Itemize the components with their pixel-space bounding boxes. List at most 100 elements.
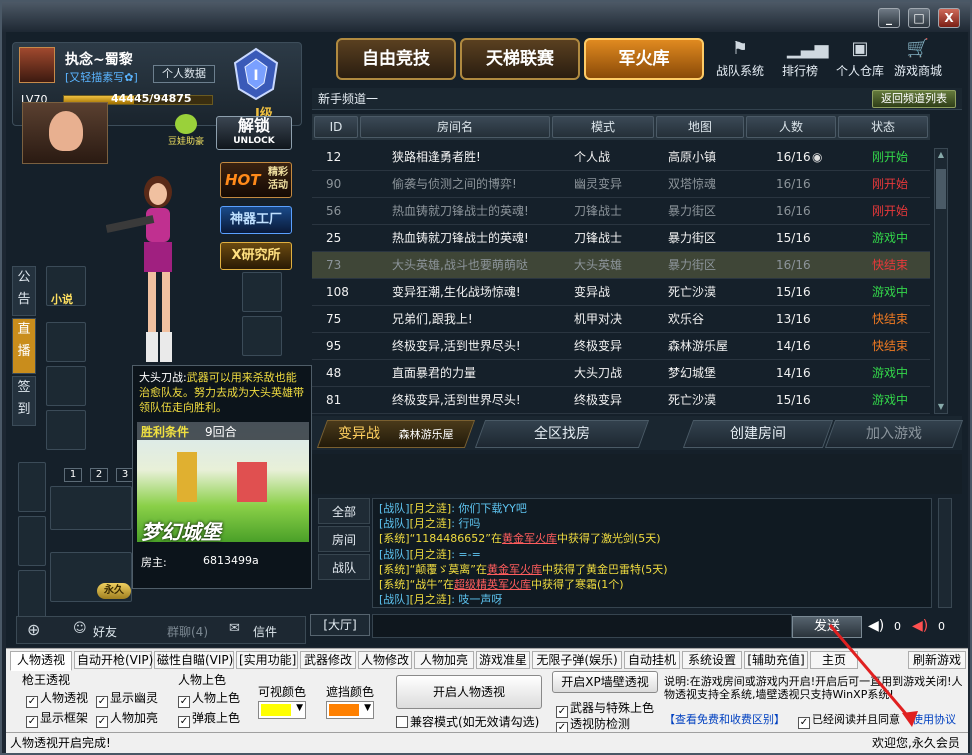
team-system-button[interactable]: ⚑ 战队系统: [712, 38, 768, 79]
friends-tab[interactable]: 好友: [93, 623, 117, 640]
find-room-button[interactable]: 全区找房: [474, 420, 650, 448]
side-tab-live[interactable]: 直播: [12, 318, 36, 374]
open-esp-button[interactable]: 开启人物透视: [396, 675, 542, 709]
chat-tab-room[interactable]: 房间: [318, 526, 370, 552]
melee-slot[interactable]: 永久: [50, 552, 132, 602]
chat-channel-select[interactable]: [大厅]: [310, 614, 370, 636]
weapon-slot-2[interactable]: [46, 410, 86, 450]
helper-tab[interactable]: [实用功能]: [236, 651, 298, 669]
helper-tab[interactable]: 人物修改: [358, 651, 412, 669]
scroll-down-icon[interactable]: ▼: [936, 402, 946, 412]
side-tab-notice[interactable]: 公告: [12, 266, 36, 316]
bear-slot[interactable]: [46, 322, 86, 362]
room-row[interactable]: 73 大头英雄,战斗也要萌萌哒 大头英雄 暴力街区 16/16 快结束: [312, 252, 930, 279]
tab-free-arena[interactable]: 自由竞技: [336, 38, 456, 80]
unlock-button[interactable]: 解锁 UNLOCK: [216, 116, 292, 150]
chk-player-esp[interactable]: ✓ 人物透视: [26, 689, 88, 708]
room-list-scrollbar[interactable]: ▲ ▼: [934, 148, 948, 414]
armory-link[interactable]: 超级精英军火库: [454, 578, 531, 591]
chat-prefix: [系统]: [379, 562, 410, 576]
helper-tab[interactable]: 武器修改: [300, 651, 356, 669]
ammo-slot-3[interactable]: [18, 570, 46, 620]
hidden-color-select[interactable]: ▼: [326, 701, 374, 719]
room-row[interactable]: 90 偷袭与侦测之间的博弈! 幽灵变异 双塔惊魂 16/16 刚开始: [312, 171, 930, 198]
tab-ladder-league[interactable]: 天梯联赛: [460, 38, 580, 80]
chat-scrollbar[interactable]: [938, 498, 952, 608]
helper-tab[interactable]: 人物透视: [10, 651, 72, 671]
visible-color-select[interactable]: ▼: [258, 701, 306, 719]
header-id[interactable]: ID: [314, 116, 358, 138]
room-row[interactable]: 108 变异狂潮,生化战场惊魂! 变异战 死亡沙漠 15/16 游戏中: [312, 279, 930, 306]
back-to-channels-button[interactable]: 返回频道列表: [872, 90, 956, 108]
rifle-slot[interactable]: [50, 486, 132, 530]
create-room-button[interactable]: 创建房间: [682, 420, 834, 448]
group-chat-tab[interactable]: 群聊(4): [167, 623, 208, 640]
close-button[interactable]: X: [938, 8, 960, 28]
helper-button[interactable]: 豆娃助豪: [164, 114, 208, 150]
helper-tab[interactable]: 自动开枪(VIP): [74, 651, 153, 669]
title-bar[interactable]: _ □ X: [2, 2, 970, 32]
maximize-button[interactable]: □: [908, 8, 930, 28]
chk-compat-mode[interactable]: 兼容模式(如无效请勾选): [396, 713, 539, 730]
chk-highlight[interactable]: ✓ 人物加亮: [96, 709, 158, 728]
room-row[interactable]: 56 热血铸就刀锋战士的英魂! 刀锋战士 暴力街区 16/16 刚开始: [312, 198, 930, 225]
armor-slot[interactable]: [242, 316, 282, 356]
header-mode[interactable]: 模式: [552, 116, 654, 138]
ammo-slot-2[interactable]: [18, 516, 46, 566]
chat-tab-team[interactable]: 战队: [318, 554, 370, 580]
room-row[interactable]: 25 热血铸就刀锋战士的英魂! 刀锋战士 暴力街区 15/16 游戏中: [312, 225, 930, 252]
header-map[interactable]: 地图: [656, 116, 744, 138]
header-status[interactable]: 状态: [838, 116, 928, 138]
join-game-button[interactable]: 加入游戏: [824, 420, 964, 448]
rank-badge-icon[interactable]: I: [227, 45, 285, 103]
room-row[interactable]: 48 直面暴君的力量 大头刀战 梦幻城堡 14/16 游戏中: [312, 360, 930, 387]
helper-tab[interactable]: 系统设置: [682, 651, 742, 669]
helper-tab[interactable]: 人物加亮: [414, 651, 474, 669]
open-xp-wall-button[interactable]: 开启XP墙壁透视: [552, 671, 658, 693]
page-1-button[interactable]: 1: [64, 468, 82, 482]
room-row[interactable]: 12 狭路相逢勇者胜! 个人战 高原小镇 16/16 ◉ 刚开始: [312, 144, 930, 171]
header-players[interactable]: 人数: [746, 116, 836, 138]
chk-color-bullet[interactable]: ✓ 弹痕上色: [178, 709, 240, 728]
room-row[interactable]: 81 终极变异,活到世界尽头! 终极变异 死亡沙漠 15/16 游戏中: [312, 387, 930, 414]
side-tab-sign[interactable]: 签到: [12, 376, 36, 426]
chk-color-player[interactable]: ✓ 人物上色: [178, 689, 240, 708]
leaderboard-button[interactable]: ▁▃▅ 排行榜: [772, 38, 829, 79]
room-id: 48: [326, 366, 342, 380]
character-model[interactable]: [105, 172, 246, 372]
armory-link[interactable]: 黄金军火库: [502, 532, 557, 545]
spectate-eye-icon[interactable]: ◉: [812, 144, 822, 171]
chk-show-frame[interactable]: ✓ 显示框架: [26, 709, 88, 728]
warehouse-button[interactable]: ▣ 个人仓库: [832, 38, 888, 79]
shop-button[interactable]: 🛒 游戏商城: [890, 38, 946, 79]
chat-input[interactable]: [372, 614, 792, 638]
chk-show-ghost[interactable]: ✓ 显示幽灵: [96, 689, 158, 708]
helmet-slot[interactable]: [242, 272, 282, 312]
profile-data-button[interactable]: 个人数据: [153, 65, 215, 83]
ammo-slot-1[interactable]: [18, 462, 46, 512]
mail-tab[interactable]: 信件: [253, 623, 277, 640]
room-id: 25: [326, 231, 342, 245]
scroll-up-icon[interactable]: ▲: [936, 150, 946, 160]
weapon-slot-1[interactable]: [46, 366, 86, 406]
helper-tab[interactable]: 自动挂机: [624, 651, 680, 669]
room-row[interactable]: 75 兄弟们,跟我上! 机甲对决 欢乐谷 13/16 快结束: [312, 306, 930, 333]
armory-link[interactable]: 黄金军火库: [487, 563, 542, 576]
tab-armory[interactable]: 军火库: [584, 38, 704, 80]
chat-tab-all[interactable]: 全部: [318, 498, 370, 524]
helper-tab[interactable]: 磁性自瞄(VIP): [154, 651, 234, 669]
mode-filter-button[interactable]: 变异战 森林游乐屋: [316, 420, 476, 448]
compare-link[interactable]: 【查看免费和收费区别】: [664, 711, 785, 727]
room-row[interactable]: 95 终极变异,活到世界尽头! 终极变异 森林游乐屋 14/16 快结束: [312, 333, 930, 360]
scroll-thumb[interactable]: [936, 169, 946, 209]
helper-tab[interactable]: 游戏准星: [476, 651, 530, 669]
add-friend-icon[interactable]: ⊕: [27, 620, 40, 639]
novel-slot[interactable]: 小说: [46, 266, 86, 306]
avatar[interactable]: [22, 102, 108, 164]
minimize-button[interactable]: _: [878, 8, 900, 28]
room-mode: 大头刀战: [574, 366, 623, 380]
page-2-button[interactable]: 2: [90, 468, 108, 482]
helper-tab[interactable]: 无限子弹(娱乐): [532, 651, 622, 669]
helper-tab[interactable]: [辅助充值]: [744, 651, 808, 669]
header-room-name[interactable]: 房间名: [360, 116, 550, 138]
